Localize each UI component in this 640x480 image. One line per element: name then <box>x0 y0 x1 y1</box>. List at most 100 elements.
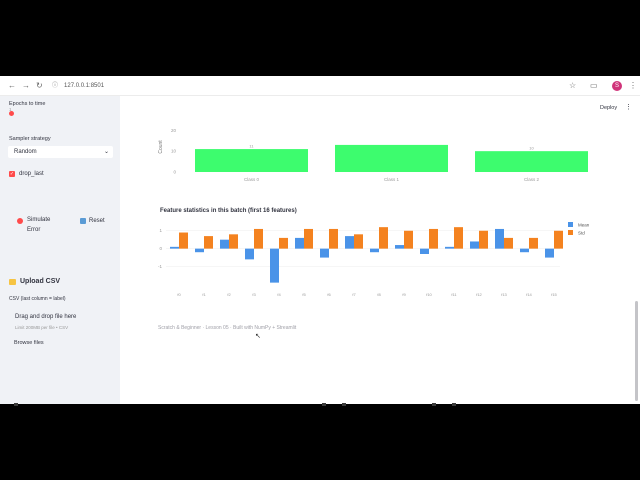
url-text: 127.0.0.1:8501 <box>64 83 105 89</box>
browser-menu-icon[interactable]: ⋮ <box>629 80 637 92</box>
class-bar <box>335 144 448 172</box>
file-dropzone[interactable]: Drag and drop file here Limit 200MB per … <box>8 308 113 356</box>
class-chart-ylabel: Count <box>158 140 164 154</box>
forward-icon[interactable]: → <box>22 80 30 92</box>
mean-bar <box>270 248 279 283</box>
std-bar <box>279 237 288 249</box>
bookmark-star-icon[interactable]: ☆ <box>569 80 576 92</box>
folder-icon <box>9 279 16 285</box>
mean-bar <box>370 248 379 253</box>
sampler-select[interactable]: Random ⌄ <box>8 146 113 158</box>
mean-bar <box>170 246 179 249</box>
profile-avatar[interactable]: S <box>612 81 622 91</box>
class-xtick-label: Class 2 <box>524 177 540 182</box>
reset-label: Reset <box>89 218 105 224</box>
taskbar-dot <box>452 403 456 406</box>
feat-xtick-label: f14 <box>526 292 532 297</box>
mean-bar <box>495 228 504 249</box>
class-xtick-label: Class 1 <box>384 177 400 182</box>
std-bar <box>504 237 513 249</box>
mouse-cursor-icon: ↖ <box>255 333 261 340</box>
mean-bar <box>470 241 479 249</box>
feat-ytick-label: 1 <box>159 228 162 233</box>
epochs-slider-handle[interactable] <box>9 111 14 116</box>
deploy-button[interactable]: Deploy <box>600 105 617 111</box>
feat-xtick-label: f15 <box>551 292 557 297</box>
dropzone-hint: Limit 200MB per file • CSV <box>15 325 69 330</box>
feat-xtick-label: f4 <box>277 292 281 297</box>
class-data-label: 11 <box>249 144 254 149</box>
taskbar-dot <box>342 403 346 406</box>
feat-xtick-label: f13 <box>501 292 507 297</box>
legend-label: Std <box>578 231 585 236</box>
feat-ytick-label: -1 <box>158 264 162 269</box>
std-bar <box>479 230 488 249</box>
feat-ytick-label: 0 <box>159 246 162 251</box>
feat-xtick-label: f10 <box>426 292 432 297</box>
feat-xtick-label: f7 <box>352 292 356 297</box>
chevron-down-icon: ⌄ <box>103 149 109 155</box>
sampler-label: Sampler strategy <box>9 136 51 142</box>
address-bar[interactable]: ⓘ 127.0.0.1:8501 <box>52 79 104 93</box>
std-bar <box>179 232 188 249</box>
std-bar <box>429 228 438 249</box>
class-ytick-label: 0 <box>173 170 176 175</box>
csv-label: CSV (last column = label) <box>9 296 66 302</box>
feature-stats-title: Feature statistics in this batch (first … <box>160 208 297 214</box>
cast-icon[interactable]: ▭ <box>590 80 598 92</box>
drop-last-checkbox[interactable]: ✓ <box>9 171 15 177</box>
red-circle-icon <box>17 218 23 224</box>
simulate-label-line1: Simulate <box>27 217 51 223</box>
simulate-label-line2: Error <box>27 227 41 233</box>
std-bar <box>329 228 338 249</box>
site-info-icon[interactable]: ⓘ <box>52 83 58 89</box>
mean-bar <box>345 236 354 249</box>
sampler-selected-value: Random <box>14 149 37 155</box>
mean-bar <box>520 248 529 253</box>
std-bar <box>354 234 363 249</box>
feat-xtick-label: f1 <box>202 292 206 297</box>
class-ytick-label: 20 <box>171 128 177 133</box>
feat-xtick-label: f8 <box>377 292 381 297</box>
std-bar <box>204 236 213 249</box>
browser-toolbar: ← → ↻ ⓘ 127.0.0.1:8501 ☆ ▭ S ⋮ <box>0 76 640 96</box>
epochs-label: Epochs to time <box>9 101 46 107</box>
std-bar <box>379 227 388 249</box>
main-content: Deploy ⋮ Count 0 10 20 Class 0 11 Class 1 Cla… <box>120 96 640 404</box>
browse-files-button[interactable]: Browse files <box>14 340 44 346</box>
mean-bar <box>245 248 254 260</box>
std-bar <box>529 237 538 249</box>
feat-xtick-label: f11 <box>451 292 457 297</box>
taskbar-dot <box>14 403 18 406</box>
mean-bar <box>445 246 454 249</box>
mean-bar <box>295 237 304 249</box>
mean-bar <box>420 248 429 254</box>
drop-last-label: drop_last <box>19 171 44 177</box>
std-bar <box>254 228 263 249</box>
feat-xtick-label: f6 <box>327 292 331 297</box>
taskbar-dot <box>432 403 436 406</box>
feat-xtick-label: f5 <box>302 292 306 297</box>
upload-title: Upload CSV <box>20 278 61 285</box>
legend-swatch <box>568 230 573 235</box>
reload-icon[interactable]: ↻ <box>36 80 43 92</box>
feat-xtick-label: f3 <box>252 292 256 297</box>
browser-window: ← → ↻ ⓘ 127.0.0.1:8501 ☆ ▭ S ⋮ Epochs to … <box>0 76 640 404</box>
legend-label: Mean <box>578 223 590 228</box>
feat-xtick-label: f12 <box>476 292 482 297</box>
class-bar <box>195 149 308 172</box>
page-scrollbar[interactable] <box>635 301 638 401</box>
main-menu-icon[interactable]: ⋮ <box>625 104 632 111</box>
std-bar <box>304 228 313 249</box>
class-data-label: 10 <box>529 146 534 151</box>
mean-bar <box>320 248 329 258</box>
mean-bar <box>195 248 204 253</box>
class-distribution-chart: Count 0 10 20 Class 0 11 Class 1 Class 2 10 <box>158 128 588 182</box>
mean-bar <box>220 239 229 249</box>
dropzone-title: Drag and drop file here <box>15 314 77 320</box>
back-icon[interactable]: ← <box>8 80 16 92</box>
sidebar: Epochs to time 1 Sampler strategy Random… <box>0 96 120 404</box>
std-bar <box>404 230 413 249</box>
class-xtick-label: Class 0 <box>244 177 260 182</box>
std-bar <box>229 234 238 249</box>
